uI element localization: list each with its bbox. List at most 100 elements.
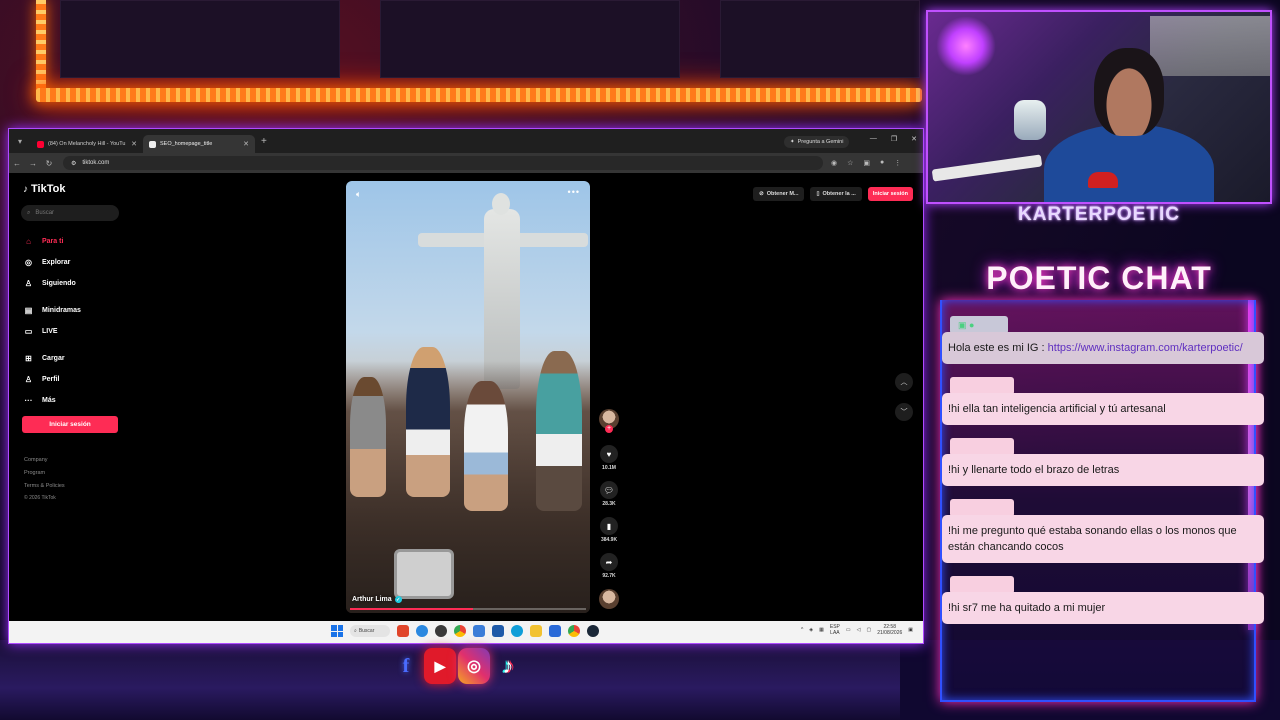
- url-field[interactable]: ⚙ tiktok.com: [63, 156, 823, 170]
- gemini-label: Pregunta a Gemini: [797, 139, 844, 145]
- tiktok-note-icon: ♪: [23, 183, 28, 195]
- chat-bubble: Hola este es mi IG : https://www.instagr…: [942, 332, 1264, 364]
- maximize-icon[interactable]: ❐: [891, 135, 897, 143]
- window-controls: — ❐ ✕: [870, 135, 917, 143]
- bookmark-star-icon[interactable]: ☆: [847, 159, 853, 167]
- footer-link-company[interactable]: Company: [24, 454, 65, 467]
- video-progress-bar[interactable]: [350, 608, 586, 610]
- previous-video-button[interactable]: ︿: [895, 373, 913, 391]
- save-button[interactable]: ▮: [600, 517, 618, 535]
- top-login-button[interactable]: Iniciar sesión: [867, 187, 913, 201]
- app-icon-1[interactable]: [397, 625, 409, 637]
- comment-button[interactable]: 💬︎: [600, 481, 618, 499]
- footer-link-program[interactable]: Program: [24, 467, 65, 480]
- video-author[interactable]: Arthur Lima ✓: [352, 596, 402, 603]
- search-input[interactable]: ⌕ Buscar: [21, 205, 119, 221]
- follow-plus-icon[interactable]: +: [605, 425, 613, 433]
- login-button[interactable]: Iniciar sesión: [22, 416, 118, 433]
- search-icon: ⌕: [354, 628, 357, 634]
- lang-2: LAA: [830, 630, 840, 636]
- close-icon[interactable]: ✕: [131, 140, 137, 148]
- notifications-icon[interactable]: ▣: [908, 627, 913, 633]
- app-icon-3[interactable]: [435, 625, 447, 637]
- sound-avatar[interactable]: [599, 589, 619, 609]
- tiktok-page: ♪ TikTok ⌕ Buscar ⌂ Para ti ◎ Explorar ♙…: [9, 173, 923, 621]
- minimize-icon[interactable]: —: [870, 135, 877, 143]
- sidebar-item-explorar[interactable]: ◎ Explorar: [23, 252, 81, 273]
- volume-icon[interactable]: 🔈︎: [356, 189, 361, 200]
- app-icon-6[interactable]: [492, 625, 504, 637]
- volume-icon[interactable]: ◁: [857, 627, 861, 633]
- tray-chevron-icon[interactable]: ^: [801, 627, 803, 633]
- sidebar-item-cargar[interactable]: ⊞ Cargar: [23, 348, 81, 369]
- sidebar-item-minidramas[interactable]: ▤ Minidramas: [23, 300, 81, 321]
- chrome-icon-2[interactable]: [568, 625, 580, 637]
- like-count: 10.1M: [602, 465, 616, 471]
- chat-title: POETIC CHAT: [986, 260, 1212, 296]
- extensions-icon[interactable]: ▣: [863, 159, 870, 167]
- language-indicator[interactable]: ESP LAA: [830, 624, 840, 636]
- gemini-button[interactable]: ✦ Pregunta a Gemini: [784, 136, 850, 148]
- sidebar-item-siguiendo[interactable]: ♙ Siguiendo: [23, 273, 81, 294]
- tray-app-icon[interactable]: ◈: [809, 627, 813, 633]
- tiktok-icon: ♪: [502, 653, 514, 678]
- video-actions: + ♥ 10.1M 💬︎ 28.3K ▮ 384.9K ➦ 92.7K: [598, 409, 620, 609]
- creator-avatar[interactable]: +: [599, 409, 619, 433]
- copyright: © 2026 TikTok: [24, 495, 56, 501]
- close-window-icon[interactable]: ✕: [911, 135, 917, 143]
- tiktok-logo[interactable]: ♪ TikTok: [23, 183, 65, 195]
- sidebar-item-para-ti[interactable]: ⌂ Para ti: [23, 231, 81, 252]
- app-icon-5[interactable]: [473, 625, 485, 637]
- new-tab-button[interactable]: +: [261, 136, 267, 147]
- share-button[interactable]: ➦: [600, 553, 618, 571]
- menu-icon[interactable]: ⋮: [894, 159, 901, 167]
- reload-icon[interactable]: ↻: [41, 159, 57, 168]
- lens-icon[interactable]: ◉: [831, 159, 837, 167]
- webcam-scene: [931, 154, 1043, 182]
- profile-icon[interactable]: ●: [880, 159, 884, 167]
- next-video-button[interactable]: ﹀: [895, 403, 913, 421]
- get-app-button[interactable]: ▯ Obtener la ...: [810, 187, 862, 201]
- sidebar-item-perfil[interactable]: ♙ Perfil: [23, 369, 81, 390]
- file-explorer-icon[interactable]: [530, 625, 542, 637]
- more-options-icon[interactable]: •••: [568, 187, 580, 197]
- wall-panel: [720, 0, 920, 78]
- sidebar-item-label: LIVE: [42, 328, 58, 335]
- get-coins-button[interactable]: ⊘ Obtener M...: [753, 187, 805, 201]
- footer-link-terms[interactable]: Terms & Policies: [24, 480, 65, 493]
- badge-icon: ▣ ●: [958, 319, 975, 330]
- clock[interactable]: 22:58 21/08/2026: [877, 624, 902, 636]
- windows-taskbar: ⌕ Buscar ^ ◈ ▦ ESP LAA ▭ ◁ ▢ 22:58 21/08…: [9, 621, 923, 643]
- windows-start-icon[interactable]: [331, 625, 343, 637]
- chat-link[interactable]: https://www.instagram.com/karterpoetic/: [1048, 342, 1243, 354]
- sidebar-nav: ⌂ Para ti ◎ Explorar ♙ Siguiendo ▤ Minid…: [23, 231, 81, 411]
- sidebar-item-mas[interactable]: ··· Más: [23, 390, 81, 411]
- chevron-down-icon: ﹀: [900, 409, 908, 416]
- like-button[interactable]: ♥: [600, 445, 618, 463]
- tray-app-icon[interactable]: ▦: [819, 627, 824, 633]
- sidebar-item-live[interactable]: ▭ LIVE: [23, 321, 81, 342]
- facebook-icon: f: [402, 654, 410, 677]
- app-icon-2[interactable]: [416, 625, 428, 637]
- steam-icon[interactable]: [587, 625, 599, 637]
- top-actions: ⊘ Obtener M... ▯ Obtener la ... Iniciar …: [753, 187, 913, 201]
- app-icon-9[interactable]: [549, 625, 561, 637]
- site-info-icon[interactable]: ⚙: [71, 160, 76, 167]
- battery-icon[interactable]: ▢: [867, 627, 872, 633]
- chrome-icon[interactable]: [454, 625, 466, 637]
- close-icon[interactable]: ✕: [243, 140, 249, 148]
- network-icon[interactable]: ▭: [846, 627, 851, 633]
- forward-icon[interactable]: →: [25, 159, 41, 168]
- tab-youtube[interactable]: (84) On Melancholy Hill - YouTu ✕: [31, 135, 143, 153]
- tab-tiktok[interactable]: SEO_homepage_title ✕: [143, 135, 255, 153]
- chat-bubble: !hi y llenarte todo el brazo de letras: [942, 454, 1264, 486]
- taskbar-search[interactable]: ⌕ Buscar: [350, 625, 390, 637]
- profile-icon: ♙: [24, 375, 33, 384]
- tab-search-icon[interactable]: ▾: [9, 129, 31, 153]
- footer-links: Company Program Terms & Policies © 2026 …: [24, 454, 65, 503]
- edge-icon[interactable]: [511, 625, 523, 637]
- back-icon[interactable]: ←: [9, 159, 25, 168]
- chat-text: Hola este es mi IG :: [948, 342, 1048, 354]
- wall-panel: [60, 0, 340, 78]
- video-player[interactable]: 🔈︎ ••• Arthur Lima ✓: [346, 181, 590, 613]
